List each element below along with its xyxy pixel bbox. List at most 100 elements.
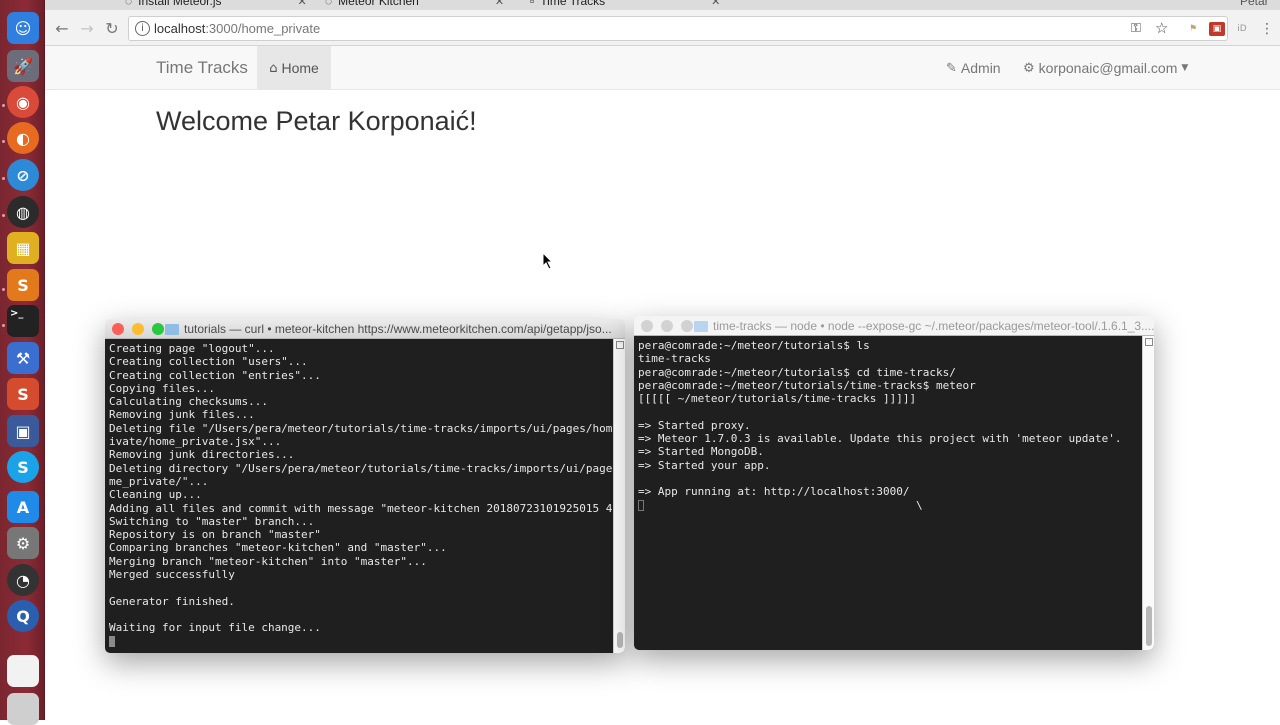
terminal-line: pera@comrade:~/meteor/tutorials$ cd time…: [638, 365, 956, 379]
url-text: localhost:3000/home_private: [154, 21, 320, 36]
terminal-line: Generator finished.: [109, 594, 235, 608]
split-pane-icon[interactable]: ═: [1145, 338, 1153, 346]
trash-icon[interactable]: [7, 693, 39, 725]
close-icon[interactable]: ✕: [298, 0, 307, 8]
terminal-cursor-line: \: [638, 499, 1154, 512]
terminal-line: => Started MongoDB.: [638, 445, 764, 459]
terminal-line: pera@comrade:~/meteor/tutorials/time-tra…: [638, 378, 976, 392]
terminal-line: => Started proxy.: [638, 418, 751, 432]
extension-icon[interactable]: ⚑: [1185, 22, 1201, 36]
system-preferences-icon[interactable]: ⚙: [7, 527, 39, 559]
star-icon[interactable]: ☆: [1155, 19, 1168, 37]
terminal-output[interactable]: pera@comrade:~/meteor/tutorials$ ls time-…: [634, 336, 1154, 650]
forward-arrow-icon[interactable]: →: [76, 17, 98, 39]
tab-meteor-kitchen[interactable]: ◌ Meteor Kitchen ✕: [325, 0, 504, 10]
scrollbar-thumb[interactable]: [1146, 606, 1152, 646]
chrome-icon[interactable]: ◉: [7, 86, 39, 118]
terminal-line: Creating page "logout"...: [109, 342, 275, 355]
close-window-icon[interactable]: [112, 323, 124, 335]
terminal-line: pera@comrade:~/meteor/tutorials$ ls: [638, 339, 870, 352]
key-icon[interactable]: ⚿: [1131, 21, 1141, 36]
split-pane-icon[interactable]: ═: [616, 341, 624, 349]
terminal-output[interactable]: Creating page "logout"... Creating collec…: [105, 339, 625, 653]
terminal-lines: Creating page "logout"... Creating collec…: [109, 342, 625, 635]
profile-name[interactable]: Petar: [1240, 0, 1269, 10]
terminal-line: Switching to "master" branch...: [109, 514, 315, 528]
tab-install-meteor[interactable]: ◌ Install Meteor.js ✕: [125, 0, 307, 10]
spinner: \: [916, 498, 923, 512]
terminal-line: Cleaning up...: [109, 488, 202, 502]
close-window-icon[interactable]: [641, 320, 653, 332]
folder-icon: [694, 320, 708, 332]
user-menu[interactable]: ⚙ korponaic@gmail.com ▼: [1023, 60, 1188, 76]
sheets-icon[interactable]: S: [7, 378, 39, 410]
terminal-icon[interactable]: >_: [7, 305, 39, 337]
minimize-window-icon[interactable]: [132, 323, 144, 335]
scrollbar-thumb[interactable]: [617, 632, 623, 648]
info-icon[interactable]: i: [135, 21, 150, 36]
terminal-line: Calculating checksums...: [109, 395, 268, 409]
minimize-window-icon[interactable]: [661, 320, 673, 332]
document-icon[interactable]: [7, 655, 39, 687]
scrollbar[interactable]: ═: [613, 339, 625, 653]
github-icon[interactable]: ◍: [7, 196, 39, 228]
tab-time-tracks[interactable]: ▫ Time Tracks ✕: [530, 0, 720, 10]
virtualbox-icon[interactable]: ▣: [7, 415, 39, 447]
running-indicator: [2, 177, 5, 180]
nav-home-label: Home: [281, 60, 319, 76]
terminal-line: time-tracks: [638, 352, 711, 366]
extension-icon[interactable]: ▣: [1209, 22, 1225, 36]
terminal-title: tutorials — curl • meteor-kitchen https:…: [184, 322, 612, 336]
address-bar[interactable]: i localhost:3000/home_private ⚿ ☆: [128, 16, 1228, 41]
mouse-cursor-icon: [542, 252, 554, 270]
terminal-line: => Started your app.: [638, 458, 771, 472]
browser-toolbar: ← → ↻ i localhost:3000/home_private ⚿ ☆ …: [45, 10, 1280, 46]
tab-label: Install Meteor.js: [138, 0, 222, 8]
tab-favicon-icon: ◌: [325, 0, 333, 8]
terminal-line: Comparing branches "meteor-kitchen" and …: [109, 541, 447, 555]
running-indicator: [2, 324, 5, 327]
terminal-line: [[[[[ ~/meteor/tutorials/time-tracks ]]]…: [638, 392, 917, 406]
terminal-titlebar[interactable]: time-tracks — node • node --expose-gc ~/…: [634, 316, 1154, 336]
close-icon[interactable]: ✕: [495, 0, 504, 8]
maximize-window-icon[interactable]: [152, 323, 164, 335]
terminal-line: Merged successfully: [109, 568, 235, 582]
finder-icon[interactable]: ☺: [7, 12, 39, 44]
running-indicator: [2, 140, 5, 143]
skype-icon[interactable]: S: [7, 451, 39, 483]
extension-icon[interactable]: iD: [1234, 22, 1250, 36]
nav-home[interactable]: ⌂ Home: [257, 46, 331, 90]
dashboard-icon[interactable]: ◔: [7, 564, 39, 596]
browser-tab-strip: ◌ Install Meteor.js ✕ ◌ Meteor Kitchen ✕…: [45, 0, 1280, 10]
launchpad-icon[interactable]: 🚀: [7, 50, 39, 82]
windows-icon[interactable]: ▦: [7, 232, 39, 264]
xcode-icon[interactable]: ⚒: [7, 342, 39, 374]
sublime-icon[interactable]: S: [7, 269, 39, 301]
terminal-window-right[interactable]: time-tracks — node • node --expose-gc ~/…: [634, 316, 1154, 650]
appstore-icon[interactable]: A: [7, 491, 39, 523]
nav-admin[interactable]: ✎ Admin: [946, 60, 1001, 76]
maximize-window-icon[interactable]: [681, 320, 693, 332]
firefox-icon[interactable]: ◐: [7, 122, 39, 154]
user-email: korponaic@gmail.com: [1038, 60, 1178, 76]
reload-icon[interactable]: ↻: [101, 17, 123, 39]
terminal-line: Adding all files and commit with message…: [109, 501, 625, 515]
scrollbar[interactable]: ═: [1142, 336, 1154, 650]
terminal-caret: [638, 500, 644, 512]
terminal-title: time-tracks — node • node --expose-gc ~/…: [713, 319, 1154, 333]
tab-favicon-icon: ◌: [125, 0, 133, 8]
menu-icon[interactable]: ⋮: [1259, 21, 1275, 37]
terminal-line: Creating collection "entries"...: [109, 368, 321, 382]
terminal-titlebar[interactable]: tutorials — curl • meteor-kitchen https:…: [105, 319, 625, 339]
back-arrow-icon[interactable]: ←: [51, 17, 73, 39]
terminal-line: Copying files...: [109, 381, 215, 395]
terminal-window-left[interactable]: tutorials — curl • meteor-kitchen https:…: [105, 319, 625, 653]
url-path: :3000/home_private: [205, 21, 321, 36]
quicktime-icon[interactable]: Q: [7, 600, 39, 632]
safari-icon[interactable]: ⊘: [7, 159, 39, 191]
close-icon[interactable]: ✕: [711, 0, 720, 8]
running-indicator: [2, 214, 5, 217]
app-brand[interactable]: Time Tracks: [156, 58, 248, 78]
